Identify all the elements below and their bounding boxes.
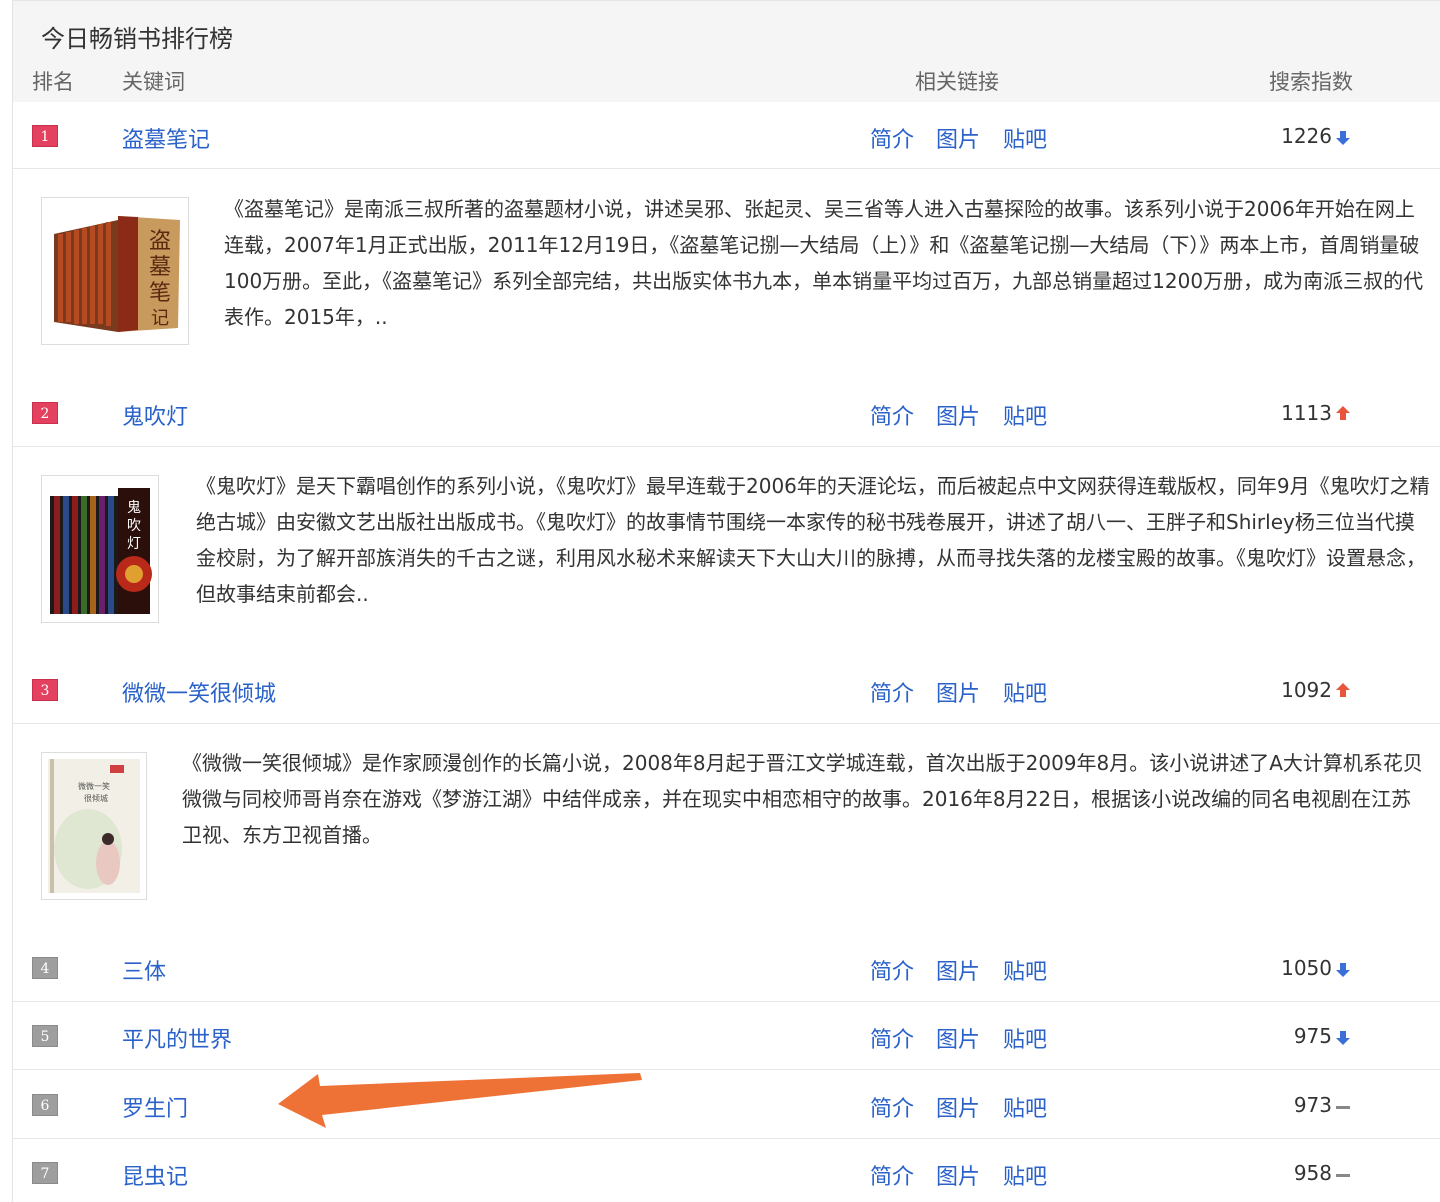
intro-link[interactable]: 简介: [870, 954, 914, 986]
tieba-link[interactable]: 贴吧: [1003, 1159, 1047, 1191]
svg-text:微微一笑: 微微一笑: [78, 781, 110, 791]
keyword-link[interactable]: 微微一笑很倾城: [122, 676, 276, 708]
keyword-link[interactable]: 盗墓笔记: [122, 122, 210, 154]
trend-flat-icon: [1336, 1174, 1350, 1177]
trend-down-icon: [1336, 963, 1350, 977]
column-index: 搜索指数: [1269, 70, 1353, 94]
rank-badge: 4: [32, 957, 58, 979]
table-row: 5 平凡的世界 简介 图片 贴吧 975: [13, 1002, 1440, 1070]
row-main: 2 鬼吹灯 简介 图片 贴吧 1113: [13, 380, 1440, 446]
svg-text:很倾城: 很倾城: [84, 793, 108, 803]
tieba-link[interactable]: 贴吧: [1003, 954, 1047, 986]
book-description: 《鬼吹灯》是天下霸唱创作的系列小说，《鬼吹灯》最早连载于2006年的天涯论坛，而…: [196, 474, 1430, 606]
tieba-link[interactable]: 贴吧: [1003, 122, 1047, 154]
trend-down-icon: [1336, 131, 1350, 145]
row-main: 3 微微一笑很倾城 简介 图片 贴吧 1092: [13, 657, 1440, 723]
images-link[interactable]: 图片: [936, 1091, 980, 1123]
rank-badge: 6: [32, 1094, 58, 1116]
book-description: 《盗墓笔记》是南派三叔所著的盗墓题材小说，讲述吴邪、张起灵、吴三省等人进入古墓探…: [224, 197, 1424, 329]
table-row: 7 昆虫记 简介 图片 贴吧 958: [13, 1139, 1440, 1202]
intro-link[interactable]: 简介: [870, 1022, 914, 1054]
svg-text:灯: 灯: [127, 536, 141, 552]
intro-link[interactable]: 简介: [870, 399, 914, 431]
bestseller-panel: 今日畅销书排行榜 排名 关键词 相关链接 搜索指数 1 盗墓笔记 简介 图片 贴…: [12, 0, 1440, 1202]
svg-text:盗: 盗: [149, 229, 171, 254]
trend-down-icon: [1336, 1031, 1350, 1045]
images-link[interactable]: 图片: [936, 1022, 980, 1054]
table-row: 3 微微一笑很倾城 简介 图片 贴吧 1092 微微一笑 很倾城 《微微一笑很倾…: [13, 657, 1440, 934]
rank-badge: 3: [32, 679, 58, 701]
book-cover[interactable]: 微微一笑 很倾城: [41, 752, 147, 900]
guichuideng-cover-image: 鬼 吹 灯: [48, 482, 152, 616]
search-index: 1113: [1281, 401, 1332, 425]
table-row: 4 三体 简介 图片 贴吧 1050: [13, 934, 1440, 1002]
keyword-link[interactable]: 昆虫记: [122, 1159, 188, 1191]
search-index: 1092: [1281, 678, 1332, 702]
search-index: 958: [1293, 1161, 1332, 1185]
search-index: 973: [1293, 1093, 1332, 1117]
tieba-link[interactable]: 贴吧: [1003, 1022, 1047, 1054]
images-link[interactable]: 图片: [936, 676, 980, 708]
trend-flat-icon: [1336, 1106, 1350, 1109]
keyword-link[interactable]: 罗生门: [122, 1091, 188, 1123]
keyword-link[interactable]: 平凡的世界: [122, 1022, 232, 1054]
row-detail: 微微一笑 很倾城 《微微一笑很倾城》是作家顾漫创作的长篇小说，2008年8月起于…: [13, 723, 1440, 934]
column-links: 相关链接: [915, 70, 999, 94]
keyword-link[interactable]: 三体: [122, 954, 166, 986]
svg-text:鬼: 鬼: [127, 500, 141, 516]
images-link[interactable]: 图片: [936, 399, 980, 431]
book-cover[interactable]: 盗 墓 笔 记: [41, 197, 189, 345]
trend-up-icon: [1336, 406, 1350, 420]
tieba-link[interactable]: 贴吧: [1003, 1091, 1047, 1123]
column-header: 排名 关键词 相关链接 搜索指数: [13, 58, 1440, 102]
svg-text:墓: 墓: [149, 255, 171, 280]
table-row: 2 鬼吹灯 简介 图片 贴吧 1113 鬼 吹 灯 《鬼吹灯》是天下霸唱创作的系…: [13, 380, 1440, 657]
intro-link[interactable]: 简介: [870, 122, 914, 154]
images-link[interactable]: 图片: [936, 1159, 980, 1191]
keyword-link[interactable]: 鬼吹灯: [122, 399, 188, 431]
trend-up-icon: [1336, 683, 1350, 697]
row-main: 1 盗墓笔记 简介 图片 贴吧 1226: [13, 102, 1440, 168]
rank-badge: 2: [32, 402, 58, 424]
images-link[interactable]: 图片: [936, 122, 980, 154]
search-index: 975: [1293, 1024, 1332, 1048]
search-index: 1050: [1281, 956, 1332, 980]
row-detail: 盗 墓 笔 记 《盗墓笔记》是南派三叔所著的盗墓题材小说，讲述吴邪、张起灵、吴三…: [13, 168, 1440, 380]
panel-title: 今日畅销书排行榜: [13, 0, 1440, 58]
search-index: 1226: [1281, 124, 1332, 148]
column-rank: 排名: [32, 70, 74, 94]
intro-link[interactable]: 简介: [870, 676, 914, 708]
daomu-cover-image: 盗 墓 笔 记: [48, 204, 182, 338]
svg-text:吹: 吹: [127, 518, 141, 534]
column-keyword: 关键词: [122, 70, 185, 94]
table-row: 1 盗墓笔记 简介 图片 贴吧 1226 盗 墓 笔 记 《盗墓笔记》是南派三叔…: [13, 102, 1440, 380]
weiwei-cover-image: 微微一笑 很倾城: [48, 759, 140, 893]
tieba-link[interactable]: 贴吧: [1003, 399, 1047, 431]
rank-badge: 5: [32, 1025, 58, 1047]
row-detail: 鬼 吹 灯 《鬼吹灯》是天下霸唱创作的系列小说，《鬼吹灯》最早连载于2006年的…: [13, 446, 1440, 657]
images-link[interactable]: 图片: [936, 954, 980, 986]
intro-link[interactable]: 简介: [870, 1091, 914, 1123]
svg-text:记: 记: [151, 308, 169, 329]
tieba-link[interactable]: 贴吧: [1003, 676, 1047, 708]
intro-link[interactable]: 简介: [870, 1159, 914, 1191]
book-cover[interactable]: 鬼 吹 灯: [41, 475, 159, 623]
svg-text:笔: 笔: [149, 281, 171, 306]
table-row: 6 罗生门 简介 图片 贴吧 973: [13, 1070, 1440, 1139]
rank-badge: 7: [32, 1162, 58, 1184]
rank-badge: 1: [32, 125, 58, 147]
book-description: 《微微一笑很倾城》是作家顾漫创作的长篇小说，2008年8月起于晋江文学城连载，首…: [182, 751, 1423, 847]
